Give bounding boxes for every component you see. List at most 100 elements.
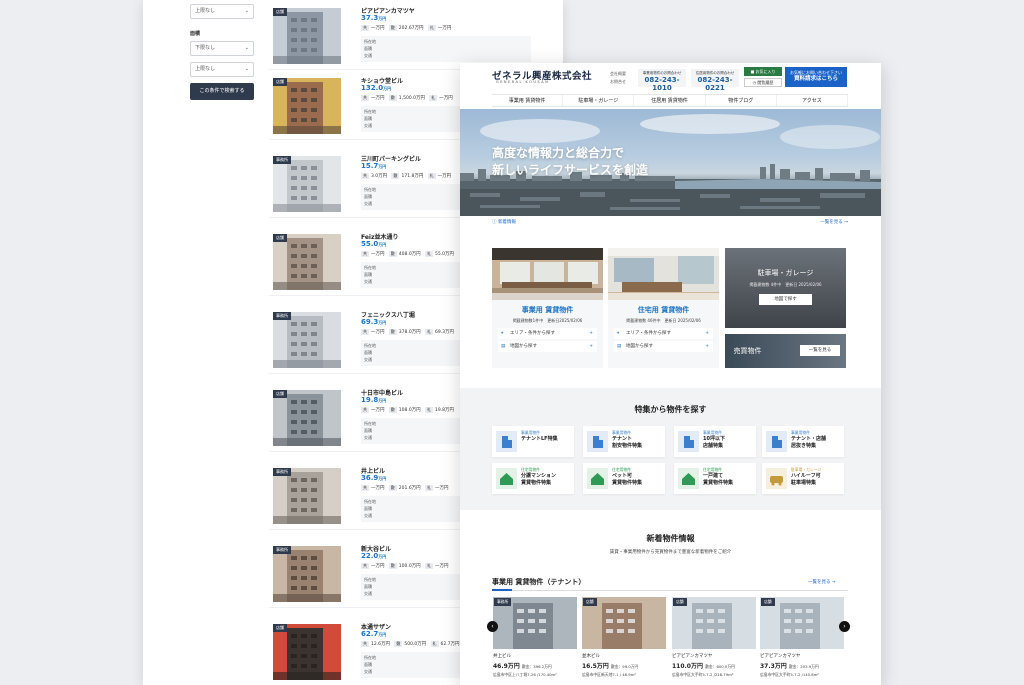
deposit-key: 敷 (388, 25, 397, 31)
news-more-link[interactable]: 一覧を見る → (820, 219, 848, 225)
property-type-badge: 事務所 (494, 598, 512, 606)
card-sale[interactable]: 売買物件 一覧を見る (725, 334, 846, 368)
card-business-sub: 掲載建物数1件中 更新日2025/02/06 (512, 318, 583, 323)
map-pin-icon: ⌖ (617, 331, 620, 336)
favorites-button[interactable]: ■ お気に入り (744, 67, 782, 76)
card-business-map-link[interactable]: ▤ 地図から探す + (498, 341, 597, 352)
card-image-overlay (608, 293, 719, 300)
nav-item[interactable]: アクセス (777, 95, 849, 106)
news-label[interactable]: 新着情報 (498, 220, 516, 225)
select-value: 上限なし (195, 8, 216, 14)
card-home-rent[interactable]: 住宅用 賃貸物件 掲載建物数 46件中 更新日 2025/02/06 ⌖ エリア・… (608, 248, 719, 368)
carousel-prev-button[interactable]: ‹ (487, 621, 498, 632)
nav-item[interactable]: 物件ブログ (706, 95, 777, 106)
new-property-photo: 店舗 (672, 597, 756, 649)
feature-card[interactable]: 住宅用物件 一戸建て 賃貸物件特集 (674, 463, 756, 494)
key-money-key: 礼 (429, 95, 438, 101)
feature-name-line: 10坪以下 (703, 436, 725, 442)
deposit: 敷金：203.9万円 (788, 664, 819, 669)
property-detail: 所在地 面積 交通 (361, 36, 531, 62)
price-value: 19.8 (361, 396, 379, 404)
category-divider (492, 590, 848, 591)
house-icon (678, 468, 699, 489)
property-price: 15.7万円 (361, 162, 386, 170)
nav-item[interactable]: 駐車場・ガレージ (563, 95, 635, 106)
feature-name-line: ペット可 (612, 473, 633, 479)
rent-key: 共 (361, 251, 369, 257)
price-value: 132.0 (361, 84, 384, 92)
feature-card[interactable]: 事業用物件 テナント 割安物件特集 (583, 426, 665, 457)
feature-card[interactable]: 事業用物件 テナントLF特集 (492, 426, 574, 457)
price-value: 46.9万円 (493, 663, 520, 670)
area-upper-select[interactable]: 上限なし ⌄ (190, 62, 254, 77)
new-property-card[interactable]: 事務所 井上ビル 46.9万円 敷金：396.2万円 広島市中区上八丁堀7-26… (493, 597, 577, 685)
link-label: エリア・条件から探す (510, 331, 555, 336)
new-more-link[interactable]: 一覧を見る → (808, 579, 836, 585)
key-money: 一万円 (434, 564, 449, 569)
card-home-map-link[interactable]: ▤ 地図から探す + (614, 341, 713, 352)
price-value: 36.9 (361, 474, 379, 482)
price-unit: 万円 (378, 242, 387, 247)
carousel-next-button[interactable]: › (839, 621, 850, 632)
card-home-area-link[interactable]: ⌖ エリア・条件から探す + (614, 328, 713, 339)
nav-item[interactable]: 事業用 賃貸物件 (492, 95, 564, 106)
property-type-badge: 店舗 (273, 624, 287, 632)
new-property-card[interactable]: 店舗 ピアピアンカマツヤ 37.3万円 敷金：203.9万円 広島市中区大手町5… (760, 597, 844, 685)
price-upper-select[interactable]: 上限なし ⌄ (190, 4, 254, 19)
price-value: 22.0 (361, 552, 379, 560)
deposit: 171.8万円 (401, 174, 424, 179)
feature-card[interactable]: 駐車場・ガレージ ハイルーフ可 駐車場特集 (762, 463, 844, 494)
card-parking[interactable]: 駐車場・ガレージ 掲載建物数 4件中 更新日 2025/02/06 地図で探す (725, 248, 846, 328)
card-business-area-link[interactable]: ⌖ エリア・条件から探す + (498, 328, 597, 339)
feature-name: ハイルーフ可 駐車場特集 (791, 473, 821, 487)
price-unit: 万円 (378, 164, 387, 169)
company-link[interactable]: 会社概要 (610, 70, 626, 78)
card-business-rent[interactable]: 事業用 賃貸物件 掲載建物数1件中 更新日2025/02/06 ⌖ エリア・条件か… (492, 248, 603, 368)
map-icon: ▤ (617, 344, 622, 349)
hero-banner: 高度な情報力と総合力で 新しいライフサービスを創造 (460, 109, 881, 216)
parking-map-button[interactable]: 地図で探す (759, 294, 812, 305)
property-type-badge: 店舗 (583, 598, 597, 606)
feature-name: ペット可 賃貸物件特集 (612, 473, 642, 487)
tel-business[interactable]: 事業用物件のお問合わせ 082-243-1010 (638, 69, 686, 92)
feature-card[interactable]: 事業用物件 テナント・店舗 居抜き特集 (762, 426, 844, 457)
request-docs-button[interactable]: お気軽にお問い合わせ下さい 資料請求はこちら (785, 67, 847, 87)
price-unit: 万円 (378, 554, 387, 559)
house-icon (496, 468, 517, 489)
nav-item[interactable]: 住居用 賃貸物件 (634, 95, 706, 106)
rent-key: 共 (361, 485, 369, 491)
key-money: 55.0万円 (434, 252, 455, 257)
tel-residential-number: 082-243-0221 (697, 76, 733, 92)
feature-card[interactable]: 事業用物件 10坪以下 店舗特集 (674, 426, 756, 457)
feature-card[interactable]: 住宅用物件 分譲マンション 賃貸物件特集 (492, 463, 574, 494)
card-business-image (492, 248, 603, 300)
property-photo (273, 546, 341, 602)
key-money-key: 礼 (424, 329, 433, 335)
feature-name-line: 居抜き特集 (791, 443, 817, 449)
common-fee: 一万円 (371, 486, 385, 491)
rent-key: 共 (361, 407, 369, 413)
sale-list-button[interactable]: 一覧を見る (800, 345, 840, 356)
key-money: 62.7万円 (440, 642, 460, 647)
deposit-key: 敷 (391, 173, 400, 179)
listing-item[interactable]: 店舗 ピアピアンカマツヤ 37.3万円 共一万円 敷 202.67万円 礼 一万… (269, 2, 539, 70)
price-value: 69.3 (361, 318, 379, 326)
hero-line-1: 高度な情報力と総合力で (492, 146, 625, 160)
property-photo (273, 390, 341, 446)
new-property-price: 46.9万円 敷金：396.2万円 (493, 661, 577, 670)
feature-card[interactable]: 住宅用物件 ペット可 賃貸物件特集 (583, 463, 665, 494)
history-button[interactable]: ◷ 閲覧履歴 (744, 78, 782, 87)
search-button[interactable]: この条件で検索する (190, 83, 254, 100)
feature-name: テナント 割安物件特集 (612, 436, 642, 450)
new-property-card[interactable]: 店舗 並木ビル 16.5万円 敷金：99.0万円 広島市中区新天地7-1 / 4… (582, 597, 666, 685)
contact-link[interactable]: お問合せ (610, 78, 626, 86)
common-fee: 3.0万円 (371, 174, 388, 179)
card-home-image (608, 248, 719, 300)
tel-residential[interactable]: 住居用物件のお問合わせ 082-243-0221 (691, 69, 739, 92)
card-business-title: 事業用 賃貸物件 (521, 306, 574, 314)
deposit: 202.67万円 (398, 26, 424, 31)
new-property-card[interactable]: 店舗 ピアピアンカマツヤ 110.0万円 敷金：600.0万円 広島市中区大手町… (672, 597, 756, 685)
header-links: 会社概要 お問合せ (610, 70, 626, 86)
building-icon (587, 431, 608, 452)
area-lower-select[interactable]: 下限なし ⌄ (190, 41, 254, 56)
